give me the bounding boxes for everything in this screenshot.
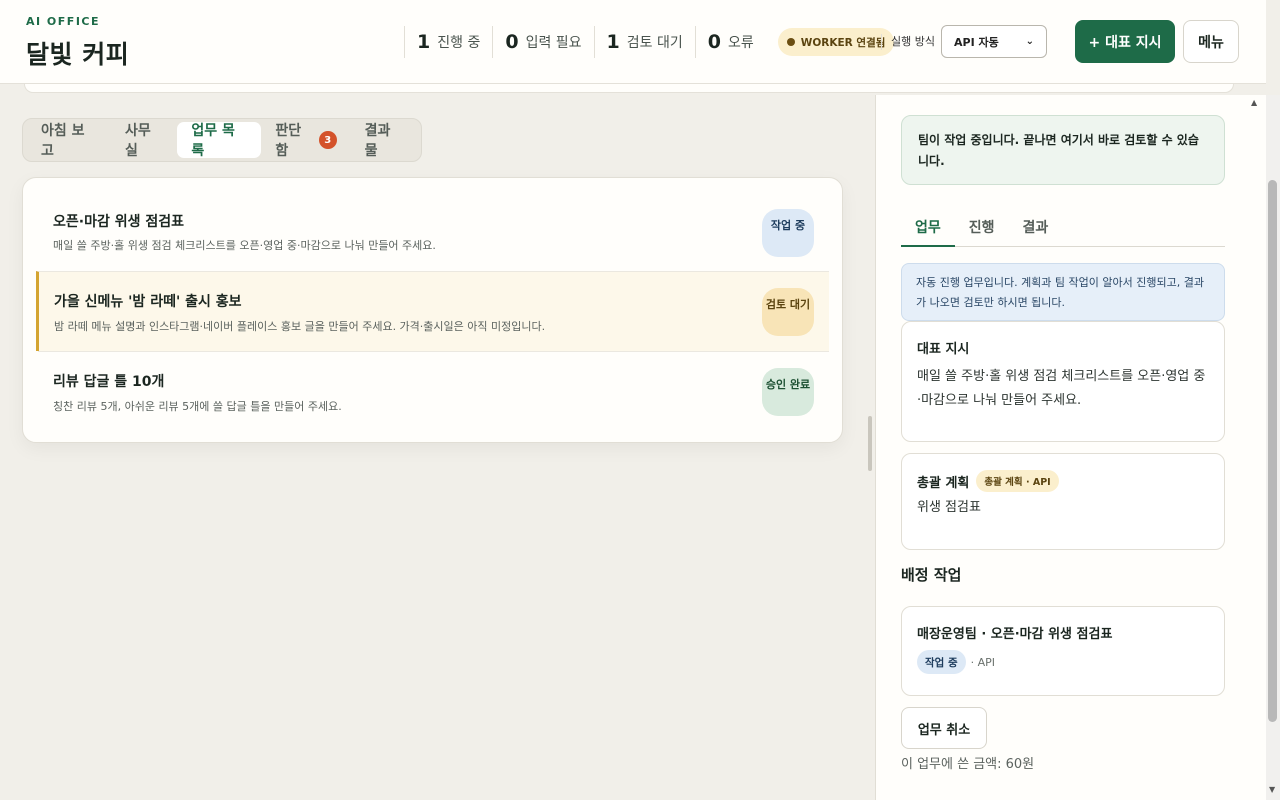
status-badge: 작업 중: [917, 650, 966, 674]
scroll-down-icon[interactable]: ▼: [1269, 785, 1275, 794]
task-title: 오픈·마감 위생 점검표: [53, 214, 184, 230]
header-shadow-strip: [24, 84, 1234, 93]
directive-card: 대표 지시 매일 쓸 주방·홀 위생 점검 체크리스트를 오픈·영업 중·마감으…: [901, 321, 1225, 442]
task-row[interactable]: 리뷰 답글 틀 10개 칭찬 리뷰 5개, 아쉬운 리뷰 5개에 쓸 답글 틀을…: [38, 351, 829, 431]
assignment-meta: 작업 중 · API: [917, 650, 1209, 674]
tab-label: 업무 목록: [191, 123, 235, 159]
task-description: 밤 라떼 메뉴 설명과 인스타그램·네이버 플레이스 홍보 글을 만들어 주세요…: [54, 320, 546, 333]
execution-mode-label: 실행 방식: [881, 34, 935, 50]
stat-number: 0: [505, 31, 519, 53]
worker-status-badge: WORKER 연결됨: [777, 28, 895, 56]
tab-deliverables[interactable]: 결과물: [351, 122, 417, 159]
tab-progress[interactable]: 진행: [955, 207, 1009, 247]
execution-mode-value: API 자동: [954, 35, 999, 49]
main-tabs: 아침 보고 사무실 업무 목록 판단함 3 결과물: [22, 118, 422, 162]
assignment-card[interactable]: 매장운영팀 · 오픈·마감 위생 점검표 작업 중 · API: [901, 606, 1225, 696]
scroll-up-icon[interactable]: ▲: [1251, 98, 1257, 107]
tab-task-list[interactable]: 업무 목록: [177, 122, 262, 159]
tab-decision-box[interactable]: 판단함 3: [261, 122, 350, 159]
tab-label: 결과물: [364, 123, 391, 159]
card-title: 대표 지시: [917, 342, 970, 357]
plan-tag: 총괄 계획 · API: [976, 470, 1059, 492]
stat-number: 0: [707, 31, 721, 53]
execution-mode-select[interactable]: API 자동 ⌄: [941, 25, 1047, 58]
worker-status-text: WORKER 연결됨: [800, 36, 886, 49]
task-title: 가을 신메뉴 '밤 라떼' 출시 홍보: [54, 294, 242, 310]
stat-errors: 0 오류: [694, 26, 766, 58]
stat-input-needed: 0 입력 필요: [492, 26, 593, 58]
plan-text: 위생 점검표: [917, 500, 981, 515]
assigned-section-title: 배정 작업: [901, 566, 962, 584]
task-cost: 이 업무에 쓴 금액: 60원: [901, 757, 1035, 772]
assignment-title: 매장운영팀 · 오픈·마감 위생 점검표: [917, 627, 1113, 642]
team-working-notice: 팀이 작업 중입니다. 끝나면 여기서 바로 검토할 수 있습니다.: [901, 115, 1225, 185]
task-description: 매일 쓸 주방·홀 위생 점검 체크리스트를 오픈·영업 중·마감으로 나눠 만…: [53, 239, 436, 252]
app-header: AI OFFICE 달빛 커피 1 진행 중 0 입력 필요 1 검토 대기 0…: [0, 0, 1266, 84]
stat-in-progress: 1 진행 중: [404, 26, 492, 58]
panel-resize-handle[interactable]: [868, 416, 872, 471]
plan-title: 총괄 계획: [917, 475, 970, 491]
card-title: 총괄 계획 총괄 계획 · API: [917, 470, 1209, 492]
tab-label: 판단함: [275, 123, 302, 159]
stat-label: 입력 필요: [525, 35, 582, 51]
new-directive-button[interactable]: + 대표 지시: [1075, 20, 1175, 63]
tab-label: 아침 보고: [41, 123, 85, 159]
status-summary: 1 진행 중 0 입력 필요 1 검토 대기 0 오류 WORKER 연결됨: [404, 26, 895, 58]
chevron-down-icon: ⌄: [1025, 36, 1034, 47]
task-list: 오픈·마감 위생 점검표 매일 쓸 주방·홀 위생 점검 체크리스트를 오픈·영…: [22, 177, 843, 443]
count-badge: 3: [318, 131, 337, 149]
directive-text: 매일 쓸 주방·홀 위생 점검 체크리스트를 오픈·영업 중·마감으로 나눠 만…: [917, 369, 1206, 408]
tab-morning-report[interactable]: 아침 보고: [27, 122, 111, 159]
status-badge: 승인 완료: [762, 368, 814, 416]
brand-subtitle: AI OFFICE: [26, 15, 100, 28]
stat-label: 검토 대기: [626, 35, 683, 51]
auto-run-note: 자동 진행 업무입니다. 계획과 팀 작업이 알아서 진행되고, 결과가 나오면…: [901, 263, 1225, 321]
tab-label: 사무실: [125, 123, 151, 159]
stat-label: 진행 중: [437, 35, 481, 51]
task-row[interactable]: 오픈·마감 위생 점검표 매일 쓸 주방·홀 위생 점검 체크리스트를 오픈·영…: [38, 191, 829, 271]
task-title: 리뷰 답글 틀 10개: [53, 374, 165, 390]
tab-result[interactable]: 결과: [1009, 207, 1063, 247]
cancel-task-button[interactable]: 업무 취소: [901, 707, 987, 749]
store-title: 달빛 커피: [26, 40, 130, 69]
tab-office[interactable]: 사무실: [111, 122, 177, 159]
assignment-channel: · API: [970, 655, 996, 669]
task-row[interactable]: 가을 신메뉴 '밤 라떼' 출시 홍보 밤 라떼 메뉴 설명과 인스타그램·네이…: [36, 271, 829, 351]
plan-card: 총괄 계획 총괄 계획 · API 위생 점검표: [901, 453, 1225, 550]
status-badge: 검토 대기: [762, 288, 814, 336]
stat-number: 1: [417, 31, 431, 53]
panel-scrollbar-thumb[interactable]: [1268, 180, 1277, 722]
stat-label: 오류: [728, 35, 754, 51]
stat-review-waiting: 1 검토 대기: [593, 26, 695, 58]
detail-tabs: 업무 진행 결과: [901, 207, 1225, 247]
status-dot-icon: [786, 38, 795, 46]
menu-button[interactable]: 메뉴: [1183, 20, 1239, 63]
stat-number: 1: [606, 31, 620, 53]
tab-task[interactable]: 업무: [901, 207, 955, 247]
task-description: 칭찬 리뷰 5개, 아쉬운 리뷰 5개에 쓸 답글 틀을 만들어 주세요.: [53, 400, 342, 413]
status-badge: 작업 중: [762, 209, 814, 257]
